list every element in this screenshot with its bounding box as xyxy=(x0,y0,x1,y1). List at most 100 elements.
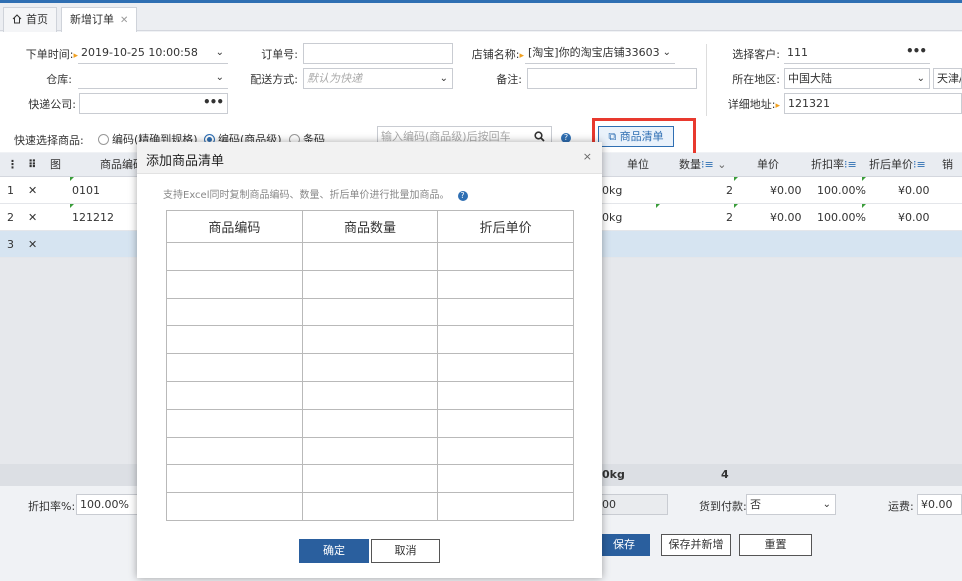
edited-marker xyxy=(862,204,866,208)
cell-price[interactable]: ¥0.00 xyxy=(770,204,802,231)
cell-unit: 0kg xyxy=(602,184,623,197)
table-cell[interactable] xyxy=(301,380,439,410)
delivery-label: 配送方式: xyxy=(250,73,298,86)
table-cell[interactable] xyxy=(301,269,439,299)
edited-marker xyxy=(734,204,738,208)
save-button[interactable]: 保存 xyxy=(598,534,650,556)
confirm-button[interactable]: 确定 xyxy=(299,539,369,563)
table-cell[interactable] xyxy=(301,297,439,327)
highlight-box xyxy=(592,118,696,158)
cell-qty[interactable]: 2 xyxy=(726,177,733,204)
table-cell[interactable] xyxy=(301,464,439,494)
cell-code[interactable]: 121212 xyxy=(72,204,114,231)
cod-select[interactable]: 否 ⌄ xyxy=(746,494,836,515)
table-cell[interactable] xyxy=(301,408,439,438)
table-cell[interactable] xyxy=(301,325,439,355)
table-cell[interactable] xyxy=(437,464,574,494)
row-number: 2 xyxy=(7,211,14,224)
add-goods-list-dialog: 添加商品清单 × 支持Excel同时复制商品编码、数量、折后单价进行批量加商品。… xyxy=(137,142,602,578)
table-cell[interactable] xyxy=(166,492,303,521)
discount-rate-input[interactable]: 100.00% xyxy=(76,494,138,515)
chevron-down-icon: ⌄ xyxy=(215,72,224,83)
table-cell[interactable] xyxy=(166,325,303,355)
table-cell[interactable] xyxy=(437,297,574,327)
table-cell[interactable] xyxy=(166,408,303,438)
quick-select-label: 快速选择商品: xyxy=(14,134,84,147)
table-row xyxy=(166,464,574,494)
col-discount[interactable]: 折扣率⁝≡ xyxy=(811,153,857,177)
remark-input[interactable] xyxy=(527,68,697,89)
table-cell[interactable] xyxy=(437,325,574,355)
table-cell[interactable] xyxy=(437,436,574,466)
address-input[interactable]: 121321 xyxy=(784,93,962,114)
region-label: 所在地区: xyxy=(732,73,780,86)
shop-label: 店铺名称:▸ xyxy=(471,48,524,61)
col-goods-code: 商品编码 xyxy=(166,210,303,243)
order-no-label: 订单号: xyxy=(261,48,298,61)
table-row xyxy=(166,325,574,355)
edited-marker xyxy=(734,177,738,181)
tab-close-icon[interactable]: ✕ xyxy=(120,15,128,26)
customer-picker[interactable]: 111 ••• xyxy=(784,43,930,64)
chevron-down-icon: ⌄ xyxy=(717,158,727,171)
delivery-select[interactable]: 默认为快递 ⌄ xyxy=(303,68,453,89)
tab-bar: 首页 新增订单 ✕ xyxy=(0,3,962,33)
table-cell[interactable] xyxy=(301,492,439,521)
table-cell[interactable] xyxy=(437,380,574,410)
address-label: 详细地址:▸ xyxy=(727,98,780,111)
more-dots-icon[interactable]: ••• xyxy=(906,43,927,61)
table-cell[interactable] xyxy=(166,380,303,410)
shop-select[interactable]: [淘宝]你的淘宝店铺33603 ⌄ xyxy=(525,43,675,64)
warehouse-select[interactable]: ⌄ xyxy=(78,68,228,89)
reset-button[interactable]: 重置 xyxy=(739,534,812,556)
table-cell[interactable] xyxy=(301,353,439,382)
table-cell[interactable] xyxy=(166,297,303,327)
cell-discount-price[interactable]: ¥0.00 xyxy=(898,204,930,231)
cell-discount[interactable]: 100.00% xyxy=(817,177,866,204)
batch-edit-icon: ⁝≡ xyxy=(701,158,714,171)
region-select[interactable]: 中国大陆 ⌄ xyxy=(784,68,930,89)
save-and-new-button[interactable]: 保存并新增 xyxy=(661,534,731,556)
delete-row-icon[interactable]: ✕ xyxy=(28,177,37,204)
freight-input[interactable]: ¥0.00 xyxy=(917,494,962,515)
help-icon[interactable]: ? xyxy=(457,191,468,201)
cell-discount-price[interactable]: ¥0.00 xyxy=(898,177,930,204)
close-icon[interactable]: × xyxy=(583,150,592,163)
cell-qty[interactable]: 2 xyxy=(726,204,733,231)
search-icon[interactable] xyxy=(534,131,545,142)
cell-price[interactable]: ¥0.00 xyxy=(770,177,802,204)
tab-home[interactable]: 首页 xyxy=(3,7,57,32)
table-cell[interactable] xyxy=(437,269,574,299)
table-cell[interactable] xyxy=(166,353,303,382)
col-goods-qty: 商品数量 xyxy=(301,210,439,243)
table-cell[interactable] xyxy=(301,242,439,271)
col-sales: 销售 xyxy=(942,158,953,195)
express-picker[interactable]: ••• xyxy=(79,93,228,114)
region-sub-select[interactable]: 天津/ xyxy=(933,68,962,89)
table-cell[interactable] xyxy=(301,436,439,466)
chevron-down-icon: ⌄ xyxy=(215,47,224,58)
col-discount-price[interactable]: 折后单价⁝≡ xyxy=(869,153,926,177)
table-cell[interactable] xyxy=(166,242,303,271)
cancel-button[interactable]: 取消 xyxy=(371,539,440,563)
cell-code[interactable]: 0101 xyxy=(72,177,100,204)
remark-label: 备注: xyxy=(496,73,522,86)
table-cell[interactable] xyxy=(437,492,574,521)
order-no-input[interactable] xyxy=(303,43,453,64)
delete-row-icon[interactable]: ✕ xyxy=(28,231,37,258)
more-dots-icon[interactable]: ••• xyxy=(203,94,224,112)
cell-discount[interactable]: 100.00% xyxy=(817,204,866,231)
grid-settings-icon[interactable]: ⠿ xyxy=(28,153,37,177)
table-cell[interactable] xyxy=(437,353,574,382)
order-time-field[interactable]: 2019-10-25 10:00:58 ⌄ xyxy=(78,43,228,64)
table-cell[interactable] xyxy=(437,408,574,438)
table-cell[interactable] xyxy=(166,436,303,466)
column-menu-icon[interactable]: ⋮ xyxy=(7,153,18,177)
tab-new-order[interactable]: 新增订单 ✕ xyxy=(61,7,138,33)
col-qty[interactable]: 数量⁝≡ ⌄ xyxy=(679,153,726,177)
table-cell[interactable] xyxy=(437,242,574,271)
table-cell[interactable] xyxy=(166,269,303,299)
table-row xyxy=(166,269,574,299)
table-cell[interactable] xyxy=(166,464,303,494)
delete-row-icon[interactable]: ✕ xyxy=(28,204,37,231)
